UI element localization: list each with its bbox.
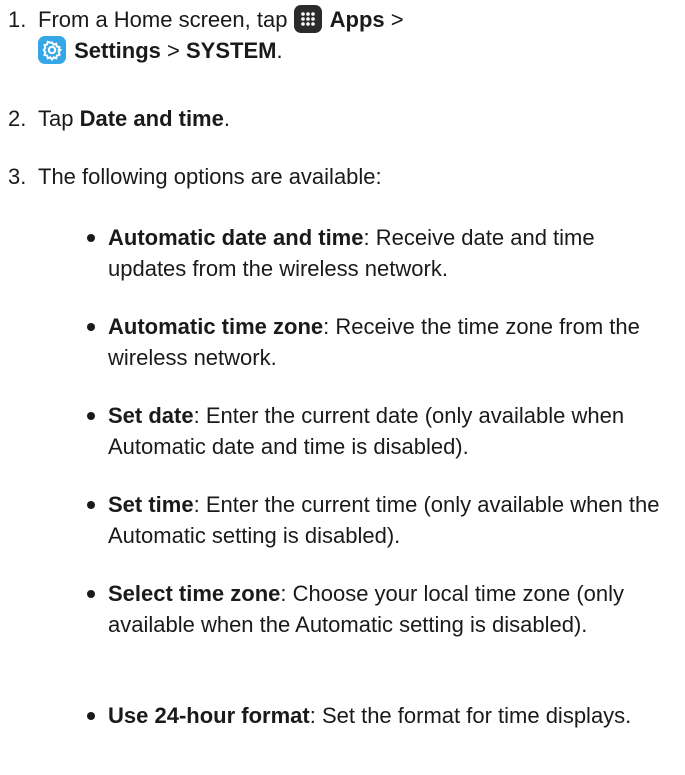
- date-and-time-label: Date and time: [79, 106, 224, 131]
- settings-label: Settings: [74, 38, 161, 63]
- bullet-dot: [87, 234, 95, 242]
- step-1-intro: From a Home screen, tap: [38, 7, 294, 32]
- option-automatic-time-zone: Automatic time zone: Receive the time zo…: [87, 311, 677, 373]
- step-number: 3.: [8, 164, 27, 189]
- step-1: 1. From a Home screen, tap Apps > Settin…: [8, 4, 678, 66]
- option-set-date: Set date: Enter the current date (only a…: [87, 400, 677, 462]
- option-title: Use 24-hour format: [108, 703, 310, 728]
- apps-grid-icon: [293, 5, 322, 33]
- system-label: SYSTEM: [186, 38, 277, 63]
- bullet-dot: [87, 501, 95, 509]
- step-2: 2. Tap Date and time.: [8, 103, 678, 134]
- apps-label: Apps: [329, 7, 385, 32]
- option-select-time-zone: Select time zone: Choose your local time…: [87, 578, 677, 640]
- bullet-dot: [87, 412, 95, 420]
- separator: >: [160, 38, 186, 63]
- step-3: 3. The following options are available:: [8, 161, 678, 192]
- period: .: [276, 38, 283, 63]
- option-use-24-hour-format: Use 24-hour format: Set the format for t…: [87, 700, 677, 731]
- option-title: Automatic date and time: [108, 225, 364, 250]
- option-title: Automatic time zone: [108, 314, 324, 339]
- step-2-intro: Tap: [38, 106, 80, 131]
- period: .: [223, 106, 230, 131]
- instructions-page: 1. From a Home screen, tap Apps > Settin…: [0, 0, 685, 775]
- option-title: Select time zone: [108, 581, 281, 606]
- step-text: Tap Date and time.: [38, 103, 678, 134]
- bullet-dot: [87, 323, 95, 331]
- option-set-time: Set time: Enter the current time (only a…: [87, 489, 677, 551]
- bullet-dot: [87, 590, 95, 598]
- step-number: 2.: [8, 106, 27, 131]
- step-text: The following options are available:: [38, 164, 382, 189]
- option-automatic-date-and-time: Automatic date and time: Receive date an…: [87, 222, 677, 284]
- separator: >: [384, 7, 404, 32]
- step-number: 1.: [8, 7, 27, 32]
- step-text: From a Home screen, tap Apps > Settings …: [38, 4, 678, 66]
- option-title: Set date: [108, 403, 194, 428]
- option-title: Set time: [108, 492, 194, 517]
- settings-gear-icon: [38, 36, 66, 64]
- bullet-dot: [87, 712, 95, 720]
- option-description: : Set the format for time displays.: [309, 703, 632, 728]
